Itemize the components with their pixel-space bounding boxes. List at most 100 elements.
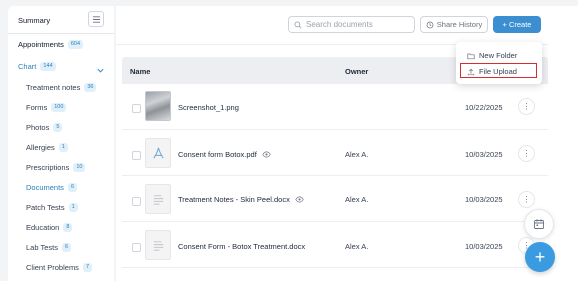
row-menu-button[interactable]: ⋮ bbox=[518, 145, 535, 162]
search-icon bbox=[294, 21, 302, 29]
count-badge: 6 bbox=[61, 243, 72, 252]
row-checkbox[interactable] bbox=[132, 243, 141, 252]
share-history-button[interactable]: Share History bbox=[420, 16, 488, 33]
document-thumbnail bbox=[145, 184, 171, 214]
sidebar-item-label: Forms bbox=[26, 103, 48, 112]
sidebar-item-label: Education bbox=[26, 223, 60, 232]
count-badge: 36 bbox=[84, 83, 97, 92]
plus-icon: + bbox=[534, 246, 546, 267]
row-checkbox[interactable] bbox=[132, 151, 141, 160]
column-header-name[interactable]: Name bbox=[130, 67, 150, 76]
table-row[interactable]: Consent form Botox.pdf Alex A. 10/03/202… bbox=[122, 130, 548, 176]
sidebar-item-allergies[interactable]: Allergies 1 bbox=[26, 143, 68, 152]
file-name-text: Screenshot_1.png bbox=[178, 103, 239, 112]
file-name[interactable]: Screenshot_1.png bbox=[178, 103, 239, 112]
file-name-text: Treatment Notes - Skin Peel.docx bbox=[178, 195, 290, 204]
count-badge: 1 bbox=[58, 143, 68, 152]
row-checkbox[interactable] bbox=[132, 104, 141, 113]
document-thumbnail bbox=[145, 230, 171, 260]
search-box[interactable] bbox=[288, 16, 415, 33]
more-vertical-icon: ⋮ bbox=[522, 148, 531, 158]
owner-cell: Alex A. bbox=[345, 150, 369, 159]
upload-icon bbox=[467, 68, 475, 75]
sidebar-item-education[interactable]: Education 8 bbox=[26, 223, 73, 232]
owner-cell: Alex A. bbox=[345, 195, 369, 204]
eye-icon[interactable] bbox=[262, 151, 271, 158]
count-badge: 1 bbox=[68, 203, 78, 212]
row-menu-button[interactable]: ⋮ bbox=[518, 191, 535, 208]
document-icon bbox=[153, 241, 164, 251]
count-badge: 8 bbox=[63, 223, 73, 232]
folder-icon bbox=[467, 53, 475, 59]
sidebar-item-label: Documents bbox=[26, 183, 64, 192]
sidebar-item-label: Lab Tests bbox=[26, 243, 58, 252]
sidebar-item-client-problems[interactable]: Client Problems 7 bbox=[26, 263, 92, 272]
date-cell: 10/03/2025 bbox=[465, 150, 503, 159]
create-menu: New Folder File Upload bbox=[456, 42, 542, 84]
pdf-thumbnail bbox=[145, 138, 171, 168]
count-badge: 5 bbox=[53, 123, 63, 132]
count-badge: 144 bbox=[40, 62, 56, 71]
owner-cell: Alex A. bbox=[345, 242, 369, 251]
table-row[interactable]: Consent Form - Botox Treatment.docx Alex… bbox=[122, 222, 548, 268]
more-vertical-icon: ⋮ bbox=[522, 194, 531, 204]
count-badge: 604 bbox=[67, 40, 84, 49]
table-row[interactable]: Treatment Notes - Skin Peel.docx Alex A.… bbox=[122, 176, 548, 222]
search-input[interactable] bbox=[306, 20, 406, 29]
sidebar-item-treatment-notes[interactable]: Treatment notes 36 bbox=[26, 83, 97, 92]
sidebar-item-label: Treatment notes bbox=[26, 83, 81, 92]
sidebar-item-forms[interactable]: Forms 100 bbox=[26, 103, 67, 112]
chevron-down-icon[interactable] bbox=[96, 66, 105, 75]
table-row[interactable]: Screenshot_1.png 10/22/2025 ⋮ bbox=[122, 84, 548, 130]
file-name-text: Consent Form - Botox Treatment.docx bbox=[178, 242, 306, 251]
menu-item-label: File Upload bbox=[479, 67, 517, 76]
file-name[interactable]: Treatment Notes - Skin Peel.docx bbox=[178, 195, 304, 204]
count-badge: 10 bbox=[73, 163, 86, 172]
menu-item-file-upload[interactable]: File Upload bbox=[467, 67, 517, 76]
count-badge: 7 bbox=[82, 263, 92, 272]
pdf-icon bbox=[153, 147, 164, 159]
count-badge: 6 bbox=[67, 183, 77, 192]
count-badge: 100 bbox=[51, 103, 67, 112]
calendar-button[interactable] bbox=[524, 209, 554, 239]
date-cell: 10/03/2025 bbox=[465, 195, 503, 204]
menu-item-new-folder[interactable]: New Folder bbox=[467, 51, 517, 60]
add-button[interactable]: + bbox=[525, 242, 555, 272]
sidebar-item-lab-tests[interactable]: Lab Tests 6 bbox=[26, 243, 72, 252]
history-icon bbox=[426, 21, 434, 28]
sidebar-item-chart[interactable]: Chart 144 bbox=[18, 62, 56, 71]
sidebar-item-label: Allergies bbox=[26, 143, 55, 152]
sidebar-item-prescriptions[interactable]: Prescriptions 10 bbox=[26, 163, 86, 172]
more-vertical-icon: ⋮ bbox=[522, 101, 531, 111]
menu-item-label: New Folder bbox=[479, 51, 518, 60]
sidebar-item-documents[interactable]: Documents 6 bbox=[26, 183, 77, 192]
image-thumbnail bbox=[145, 91, 171, 121]
sidebar-item-label: Appointments bbox=[18, 40, 64, 49]
sidebar-item-label: Client Problems bbox=[26, 263, 79, 272]
sidebar-item-label: Photos bbox=[26, 123, 50, 132]
sidebar-divider bbox=[8, 33, 114, 34]
summary-list-button[interactable] bbox=[88, 11, 104, 27]
column-header-owner[interactable]: Owner bbox=[345, 67, 368, 76]
sidebar-item-label: Prescriptions bbox=[26, 163, 70, 172]
date-cell: 10/03/2025 bbox=[465, 242, 503, 251]
row-menu-button[interactable]: ⋮ bbox=[518, 98, 535, 115]
sidebar-item-label: Patch Tests bbox=[26, 203, 65, 212]
eye-icon[interactable] bbox=[295, 196, 304, 203]
file-name[interactable]: Consent Form - Botox Treatment.docx bbox=[178, 242, 305, 251]
sidebar-item-appointments[interactable]: Appointments 604 bbox=[18, 40, 84, 49]
create-button[interactable]: + Create bbox=[493, 16, 541, 33]
sidebar: Summary Appointments 604 Chart 144 Treat… bbox=[8, 6, 114, 281]
row-checkbox[interactable] bbox=[132, 197, 141, 206]
sidebar-item-patch-tests[interactable]: Patch Tests 1 bbox=[26, 203, 78, 212]
document-icon bbox=[153, 195, 164, 205]
file-name-text: Consent form Botox.pdf bbox=[178, 150, 257, 159]
file-name[interactable]: Consent form Botox.pdf bbox=[178, 150, 271, 159]
sidebar-item-label: Chart bbox=[18, 62, 37, 71]
sidebar-summary-label[interactable]: Summary bbox=[18, 16, 50, 25]
share-history-label: Share History bbox=[436, 20, 483, 29]
calendar-icon bbox=[534, 219, 544, 229]
sidebar-item-photos[interactable]: Photos 5 bbox=[26, 123, 63, 132]
create-label: + Create bbox=[502, 20, 532, 29]
date-cell: 10/22/2025 bbox=[465, 103, 503, 112]
